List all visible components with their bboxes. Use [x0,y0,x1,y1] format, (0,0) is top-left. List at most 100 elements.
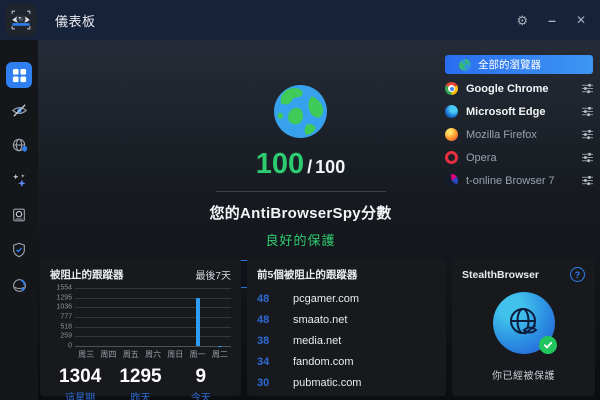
x-axis-label: 周五 [120,349,142,360]
sidebar-item-cleaner[interactable] [6,167,32,193]
page-title: 儀表板 [55,11,96,30]
x-axis-label: 周六 [142,349,164,360]
browser-name: Microsoft Edge [466,106,545,118]
y-axis-tick: 0 [68,343,72,350]
chart-gridline [75,288,231,289]
tracker-count: 34 [257,356,279,368]
y-axis-tick: 518 [60,323,72,330]
sidebar-item-antispy[interactable] [6,97,32,123]
score-divider: / [307,157,312,177]
chart-summary: 1304 這星期 1295 昨天 9 今天 [50,367,231,400]
chart-gridline [75,307,231,308]
protection-status: 良好的保護 [93,230,508,249]
browser-settings-icon[interactable] [582,106,593,117]
top5-trackers-panel: 前5個被阻止的跟蹤器 48 pcgamer.com 48 smaato.net … [247,258,446,396]
tracker-row: 48 smaato.net [257,314,436,326]
sidebar-item-browsers[interactable] [6,132,32,158]
bar-chart: 1554129510367775182590 [50,288,231,346]
tracker-count: 48 [257,314,279,326]
tracker-row: 34 fandom.com [257,356,436,368]
sidebar-item-backup[interactable] [6,202,32,228]
titlebar: 儀表板 ⚙ – ✕ [0,0,600,40]
dashboard-grid-icon [12,68,27,83]
browser-filter-all[interactable]: 全部的瀏覽器 [445,55,593,74]
y-axis-tick: 259 [60,333,72,340]
blocked-trackers-panel: 被阻止的跟蹤器 最後7天 1554129510367775182590 周三周四… [40,258,241,396]
settings-gear-icon[interactable]: ⚙ [516,14,528,27]
t-online-browser-icon [445,174,458,187]
window-controls: ⚙ – ✕ [516,13,586,27]
y-axis-tick: 1036 [56,304,72,311]
minimize-icon[interactable]: – [548,13,556,27]
stealth-globe-eye-icon [504,303,544,343]
app-logo [5,4,37,36]
score-label: 您的AntiBrowserSpy分數 [93,202,508,223]
tracker-row: 48 pcgamer.com [257,293,436,305]
tracker-domain: pcgamer.com [293,293,359,305]
summary-today: 9 今天 [171,367,231,400]
stealth-status-text: 你已經被保護 [462,367,585,382]
browser-settings-icon[interactable] [582,129,593,140]
browser-settings-icon[interactable] [582,152,593,163]
panel-title: 被阻止的跟蹤器 [50,267,124,282]
tracker-domain: media.net [293,335,341,347]
main-content: 100/100 您的AntiBrowserSpy分數 良好的保護 現在優化 細節… [38,40,600,400]
score-value: 100 [256,148,304,180]
browser-name: Google Chrome [466,83,549,95]
x-axis-label: 周日 [164,349,186,360]
tracker-domain: smaato.net [293,314,347,326]
browser-row-firefox[interactable]: Mozilla Firefox [445,125,593,144]
browser-list: 全部的瀏覽器 Google Chrome Microsoft Edge [445,55,593,194]
sidebar [0,40,38,400]
summary-label: 昨天 [110,389,170,400]
summary-label: 今天 [171,389,231,400]
chart-gridline [75,336,231,337]
protected-check-icon [539,336,557,354]
opera-icon [445,151,458,164]
x-axis-label: 周三 [75,349,97,360]
panel-title: StealthBrowser [462,269,539,281]
sidebar-item-stealthbrowser[interactable] [6,272,32,298]
help-icon[interactable]: ? [570,267,585,282]
browser-row-tonline[interactable]: t-online Browser 7 [445,171,593,190]
tracker-count: 38 [257,335,279,347]
browser-settings-icon[interactable] [582,83,593,94]
stealth-status-icon [493,292,555,354]
x-axis-label: 周一 [186,349,208,360]
browser-name: t-online Browser 7 [466,175,555,187]
sidebar-item-dashboard[interactable] [6,62,32,88]
antibrowserspy-logo-icon [7,6,35,34]
y-axis-tick: 777 [60,314,72,321]
tracker-count: 48 [257,293,279,305]
disk-drive-icon [11,207,27,223]
close-icon[interactable]: ✕ [576,14,586,26]
summary-yesterday: 1295 昨天 [110,367,170,400]
chart-period-label: 最後7天 [195,267,231,282]
edge-icon [445,105,458,118]
browser-settings-icon[interactable] [582,175,593,186]
tracker-row: 30 pubmatic.com [257,377,436,389]
app-window: 儀表板 ⚙ – ✕ [0,0,600,400]
stealthbrowser-panel: StealthBrowser ? [452,258,595,396]
chart-plot [75,288,231,346]
browser-row-opera[interactable]: Opera [445,148,593,167]
tracker-domain: pubmatic.com [293,377,361,389]
summary-label: 這星期 [50,389,110,400]
all-browsers-label: 全部的瀏覽器 [478,57,541,72]
chart-gridline [75,327,231,328]
chrome-icon [445,82,458,95]
chart-y-axis: 1554129510367775182590 [50,288,75,346]
browser-row-edge[interactable]: Microsoft Edge [445,102,593,121]
spy-eye-slash-icon [11,102,28,119]
score-max: 100 [315,157,345,177]
top5-list: 48 pcgamer.com 48 smaato.net 38 media.ne… [257,293,436,389]
browser-row-chrome[interactable]: Google Chrome [445,79,593,98]
stealth-globe-icon [11,277,28,294]
tracker-row: 38 media.net [257,335,436,347]
sidebar-item-security[interactable] [6,237,32,263]
x-axis-label: 周四 [97,349,119,360]
summary-value: 9 [171,367,231,386]
panel-title: 前5個被阻止的跟蹤器 [257,267,357,282]
chart-gridline [75,298,231,299]
sparkles-icon [11,172,28,189]
